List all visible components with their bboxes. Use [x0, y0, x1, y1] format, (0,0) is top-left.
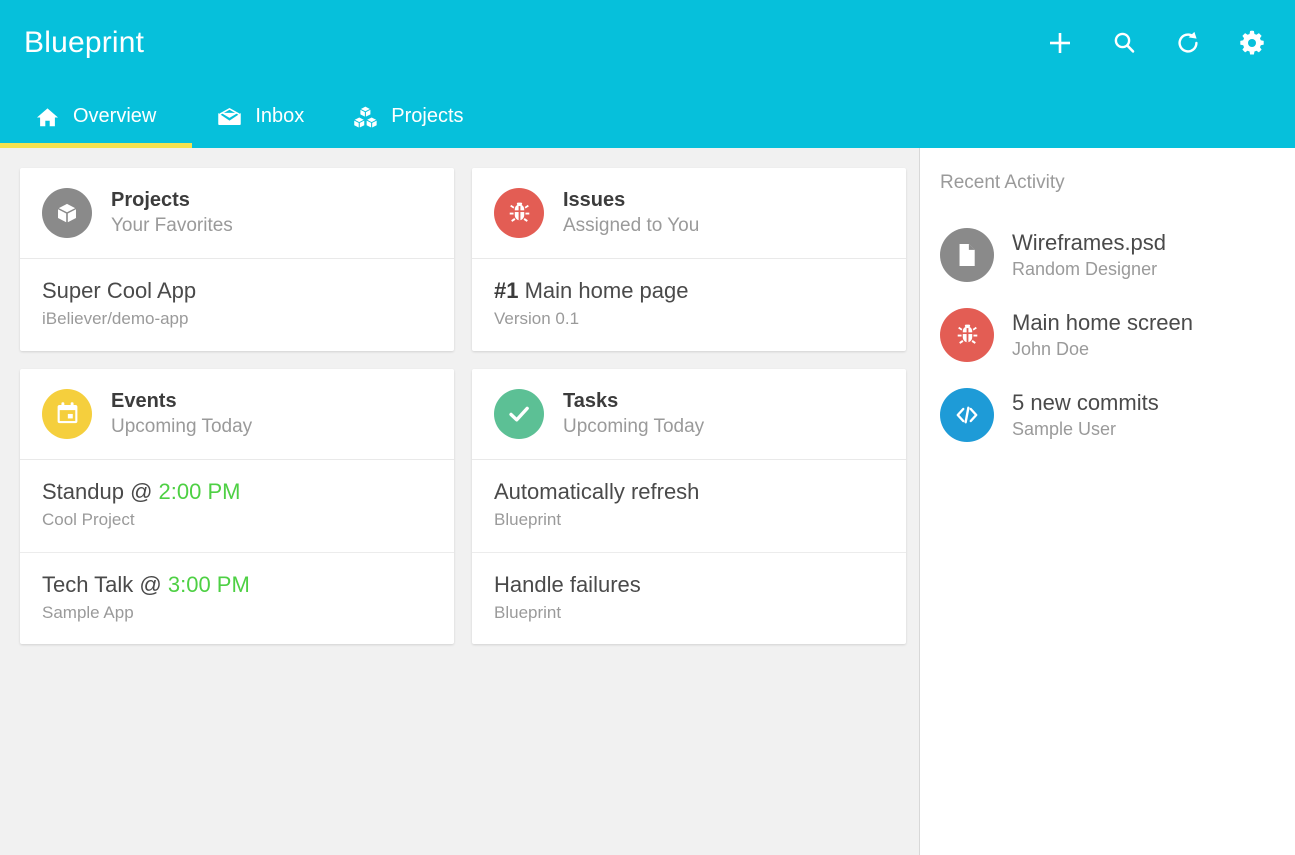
list-item-secondary: Cool Project: [42, 510, 432, 530]
card-tasks-titles: Tasks Upcoming Today: [563, 390, 704, 438]
gear-icon: [1237, 28, 1267, 58]
tab-projects-label: Projects: [391, 106, 463, 128]
tab-projects[interactable]: Projects: [328, 86, 487, 148]
list-item-primary: Super Cool App: [42, 278, 432, 304]
add-button[interactable]: [1045, 28, 1075, 58]
event-name: Standup @: [42, 479, 159, 504]
card-projects: Projects Your Favorites Super Cool App i…: [20, 168, 454, 351]
document-icon: [940, 228, 994, 282]
card-subtitle: Upcoming Today: [111, 416, 252, 438]
card-title: Tasks: [563, 390, 704, 413]
header-top-bar: Blueprint: [0, 0, 1295, 86]
home-icon: [34, 104, 60, 130]
activity-item-text: Wireframes.psd Random Designer: [1012, 230, 1166, 280]
refresh-button[interactable]: [1173, 28, 1203, 58]
card-subtitle: Your Favorites: [111, 215, 233, 237]
list-item-secondary: Version 0.1: [494, 309, 884, 329]
list-item-primary: Tech Talk @ 3:00 PM: [42, 572, 432, 598]
card-events-titles: Events Upcoming Today: [111, 390, 252, 438]
recent-activity-title: Recent Activity: [940, 172, 1269, 194]
card-events-header: Events Upcoming Today: [20, 369, 454, 460]
settings-button[interactable]: [1237, 28, 1267, 58]
list-item[interactable]: Standup @ 2:00 PM Cool Project: [20, 460, 454, 553]
cubes-icon: [352, 104, 378, 130]
list-item[interactable]: #1 Main home page Version 0.1: [472, 259, 906, 351]
card-title: Issues: [563, 189, 699, 212]
activity-item-primary: 5 new commits: [1012, 390, 1159, 415]
main-tabs: Overview Inbox: [0, 86, 1295, 148]
app-title: Blueprint: [24, 28, 144, 58]
list-item-secondary: Blueprint: [494, 510, 884, 530]
app-root: Blueprint: [0, 0, 1295, 855]
envelope-icon: [216, 104, 242, 130]
list-item[interactable]: Handle failures Blueprint: [472, 553, 906, 645]
activity-list-item[interactable]: Main home screen John Doe: [940, 296, 1269, 376]
card-title: Events: [111, 390, 252, 413]
card-tasks: Tasks Upcoming Today Automatically refre…: [472, 369, 906, 645]
list-item-primary: Automatically refresh: [494, 479, 884, 505]
calendar-icon: [42, 389, 92, 439]
tab-inbox[interactable]: Inbox: [192, 86, 328, 148]
refresh-icon: [1174, 29, 1202, 57]
activity-item-text: Main home screen John Doe: [1012, 310, 1193, 360]
card-issues-header: Issues Assigned to You: [472, 168, 906, 259]
list-item-primary: #1 Main home page: [494, 278, 884, 304]
card-tasks-header: Tasks Upcoming Today: [472, 369, 906, 460]
list-item-secondary: iBeliever/demo-app: [42, 309, 432, 329]
code-icon: [940, 388, 994, 442]
event-name: Tech Talk @: [42, 572, 168, 597]
list-item-secondary: Blueprint: [494, 603, 884, 623]
cube-icon: [42, 188, 92, 238]
activity-item-primary: Wireframes.psd: [1012, 230, 1166, 255]
recent-activity-panel: Recent Activity Wireframes.psd Random De…: [920, 148, 1295, 855]
header-actions: [1045, 28, 1267, 58]
tab-inbox-label: Inbox: [255, 106, 304, 128]
card-projects-header: Projects Your Favorites: [20, 168, 454, 259]
list-item[interactable]: Automatically refresh Blueprint: [472, 460, 906, 553]
bug-icon: [940, 308, 994, 362]
dashboard-cards: Projects Your Favorites Super Cool App i…: [0, 148, 920, 855]
tab-overview[interactable]: Overview: [0, 86, 192, 148]
list-item-primary: Standup @ 2:00 PM: [42, 479, 432, 505]
bug-icon: [494, 188, 544, 238]
event-time: 3:00 PM: [168, 572, 250, 597]
card-projects-titles: Projects Your Favorites: [111, 189, 233, 237]
list-item[interactable]: Super Cool App iBeliever/demo-app: [20, 259, 454, 351]
card-subtitle: Assigned to You: [563, 215, 699, 237]
activity-item-secondary: Sample User: [1012, 419, 1159, 440]
search-button[interactable]: [1109, 28, 1139, 58]
activity-item-text: 5 new commits Sample User: [1012, 390, 1159, 440]
issue-number: #1: [494, 278, 518, 303]
list-item-primary: Handle failures: [494, 572, 884, 598]
card-events: Events Upcoming Today Standup @ 2:00 PM …: [20, 369, 454, 645]
activity-item-primary: Main home screen: [1012, 310, 1193, 335]
card-issues-titles: Issues Assigned to You: [563, 189, 699, 237]
tab-overview-label: Overview: [73, 106, 156, 128]
app-header: Blueprint: [0, 0, 1295, 148]
search-icon: [1110, 29, 1138, 57]
issue-title: Main home page: [525, 278, 689, 303]
activity-item-secondary: John Doe: [1012, 339, 1193, 360]
check-icon: [494, 389, 544, 439]
list-item[interactable]: Tech Talk @ 3:00 PM Sample App: [20, 553, 454, 645]
card-title: Projects: [111, 189, 233, 212]
activity-list-item[interactable]: Wireframes.psd Random Designer: [940, 216, 1269, 296]
app-body: Projects Your Favorites Super Cool App i…: [0, 148, 1295, 855]
card-subtitle: Upcoming Today: [563, 416, 704, 438]
activity-list-item[interactable]: 5 new commits Sample User: [940, 376, 1269, 456]
plus-icon: [1046, 29, 1074, 57]
event-time: 2:00 PM: [159, 479, 241, 504]
activity-item-secondary: Random Designer: [1012, 259, 1166, 280]
list-item-secondary: Sample App: [42, 603, 432, 623]
card-issues: Issues Assigned to You #1 Main home page…: [472, 168, 906, 351]
